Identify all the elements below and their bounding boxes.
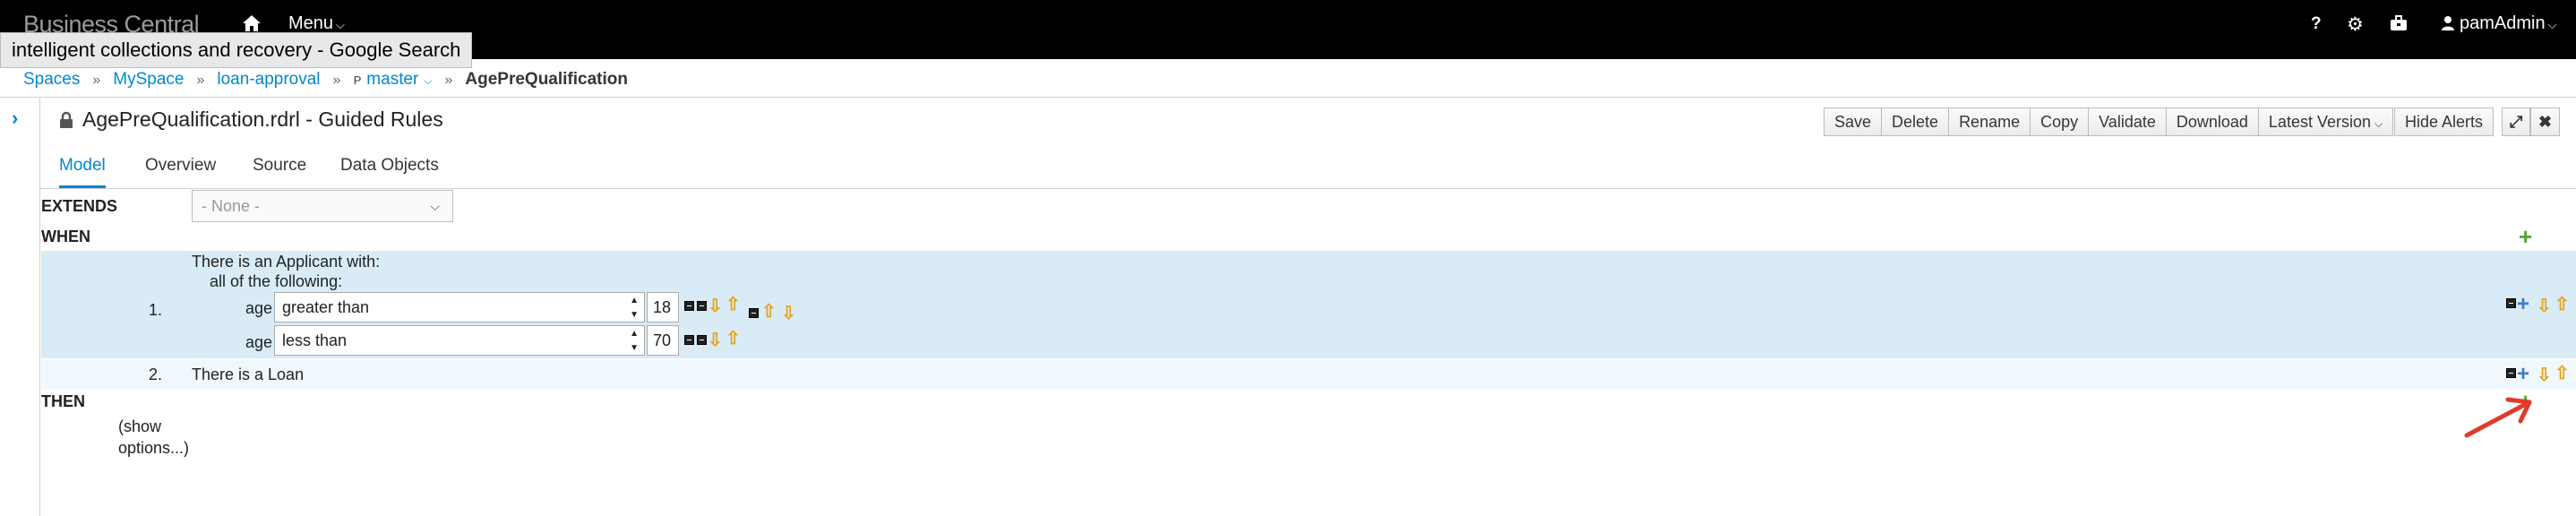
add-constraint-icon[interactable]: + xyxy=(2517,294,2529,315)
hide-alerts-button[interactable]: Hide Alerts xyxy=(2394,108,2494,136)
breadcrumb-current: AgePreQualification xyxy=(465,70,628,89)
breadcrumb: Spaces » MySpace » loan-approval » ᴘ master ⌵ » Ag… xyxy=(23,70,628,90)
editor-title: AgePreQualification.rdrl - Guided Rules xyxy=(82,108,443,131)
divider xyxy=(0,97,2576,98)
tab-model[interactable]: Model xyxy=(59,156,106,188)
browser-tooltip: intelligent collections and recovery - G… xyxy=(0,32,473,68)
tab-source[interactable]: Source xyxy=(253,156,306,185)
then-label: THEN xyxy=(41,392,85,410)
show-options-link[interactable]: (show options...) xyxy=(118,416,189,459)
move-down-icon[interactable]: ⇩ xyxy=(781,305,796,322)
remove-constraint-icon[interactable] xyxy=(697,301,707,311)
editor-tabs: Model Overview Source Data Objects xyxy=(39,149,2576,189)
constraint-value-input[interactable]: 70 xyxy=(647,325,679,356)
move-up-icon[interactable]: ⇧ xyxy=(761,303,777,321)
operator-value: greater than xyxy=(282,298,370,316)
remove-constraint-icon[interactable] xyxy=(697,335,707,345)
select-arrows-icon: ▲ ▼ xyxy=(630,329,639,353)
user-name: pamAdmin xyxy=(2460,13,2546,33)
alerts-toolbar: Hide Alerts xyxy=(2394,108,2494,136)
add-condition-icon[interactable]: + xyxy=(2519,225,2532,248)
menu-label: Menu xyxy=(288,13,334,33)
operator-value: less than xyxy=(282,331,348,349)
user-menu[interactable]: pamAdmin ⌵ xyxy=(2442,13,2556,34)
pattern-number: 1. xyxy=(149,301,163,319)
validate-button[interactable]: Validate xyxy=(2088,108,2167,136)
breadcrumb-spaces[interactable]: Spaces xyxy=(23,70,80,89)
show-options-line: options...) xyxy=(118,439,190,457)
move-up-icon[interactable]: ⇧ xyxy=(2555,296,2570,314)
remove-constraint-icon[interactable] xyxy=(684,301,694,311)
copy-button[interactable]: Copy xyxy=(2030,108,2090,136)
operator-select[interactable]: greater than ▲ ▼ xyxy=(274,292,645,322)
breadcrumb-myspace[interactable]: MySpace xyxy=(113,70,184,89)
breadcrumb-separator-icon: » xyxy=(196,73,205,88)
home-icon[interactable] xyxy=(242,14,262,32)
chevron-down-icon: ⌵ xyxy=(430,199,440,213)
chevron-down-icon: ⌵ xyxy=(2374,117,2383,130)
show-options-line: (show xyxy=(118,417,162,435)
move-up-icon[interactable]: ⇧ xyxy=(726,330,741,348)
extends-value: - None - xyxy=(202,197,261,215)
remove-pattern-icon[interactable] xyxy=(749,308,759,318)
annotation-arrow-icon xyxy=(2464,397,2532,438)
user-icon xyxy=(2442,16,2454,30)
expand-panel-icon[interactable]: › xyxy=(12,107,18,130)
move-down-icon[interactable]: ⇩ xyxy=(2537,366,2552,384)
latest-version-label: Latest Version xyxy=(2268,113,2371,131)
tab-overview[interactable]: Overview xyxy=(145,156,216,185)
move-down-icon[interactable]: ⇩ xyxy=(708,297,723,315)
move-up-icon[interactable]: ⇧ xyxy=(2555,365,2570,383)
gear-icon[interactable]: ⚙ xyxy=(2347,13,2364,36)
when-label: WHEN xyxy=(41,228,90,245)
operator-select[interactable]: less than ▲ ▼ xyxy=(274,325,645,356)
maximize-icon[interactable]: ⤢ xyxy=(2502,108,2531,136)
pattern-header[interactable]: There is an Applicant with: xyxy=(192,253,380,271)
extends-label: EXTENDS xyxy=(41,197,118,215)
close-icon[interactable]: ✖ xyxy=(2530,108,2561,136)
constraint-value-input[interactable]: 18 xyxy=(647,292,679,322)
pattern-number: 2. xyxy=(149,366,163,383)
download-button[interactable]: Download xyxy=(2165,108,2259,136)
add-constraint-icon[interactable]: + xyxy=(2517,364,2529,385)
pattern-subheader[interactable]: all of the following: xyxy=(210,272,342,291)
breadcrumb-project[interactable]: loan-approval xyxy=(217,70,320,89)
delete-button[interactable]: Delete xyxy=(1881,108,1950,136)
save-button[interactable]: Save xyxy=(1824,108,1883,136)
rename-button[interactable]: Rename xyxy=(1948,108,2031,136)
constraint-field-label: age xyxy=(245,299,273,317)
lock-icon xyxy=(60,111,73,128)
select-arrows-icon: ▲ ▼ xyxy=(630,296,639,320)
condition-pattern-2 xyxy=(41,360,2576,389)
pattern-header[interactable]: There is a Loan xyxy=(192,366,304,384)
branch-selector[interactable]: ᴘ master ⌵ xyxy=(353,70,432,89)
move-down-icon[interactable]: ⇩ xyxy=(2537,297,2552,315)
extends-select[interactable]: - None - ⌵ xyxy=(192,190,453,222)
editor-toolbar: Save Delete Rename Copy Validate Downloa… xyxy=(1824,108,2394,136)
remove-pattern-icon[interactable] xyxy=(2506,298,2516,308)
maximize-toolbar: ⤢ xyxy=(2502,108,2531,136)
constraint-field-label: age xyxy=(245,333,273,351)
help-icon[interactable]: ? xyxy=(2311,14,2322,34)
chevron-down-icon: ⌵ xyxy=(2547,18,2557,31)
chevron-down-icon: ⌵ xyxy=(336,18,345,31)
chevron-down-icon: ⌵ xyxy=(424,74,433,87)
breadcrumb-separator-icon: » xyxy=(332,73,341,88)
briefcase-icon[interactable] xyxy=(2390,15,2408,31)
close-toolbar: ✖ xyxy=(2530,108,2561,136)
latest-version-dropdown[interactable]: Latest Version ⌵ xyxy=(2257,108,2394,136)
remove-constraint-icon[interactable] xyxy=(684,335,694,345)
breadcrumb-separator-icon: » xyxy=(92,73,101,88)
move-down-icon[interactable]: ⇩ xyxy=(708,331,723,349)
remove-pattern-icon[interactable] xyxy=(2506,368,2516,378)
breadcrumb-separator-icon: » xyxy=(444,73,453,88)
branch-icon: ᴘ xyxy=(353,71,362,88)
move-up-icon[interactable]: ⇧ xyxy=(726,296,741,314)
tab-data-objects[interactable]: Data Objects xyxy=(340,156,439,185)
side-rail: › xyxy=(0,98,40,516)
menu-dropdown[interactable]: Menu ⌵ xyxy=(288,13,345,34)
breadcrumb-branch[interactable]: master xyxy=(366,70,418,89)
